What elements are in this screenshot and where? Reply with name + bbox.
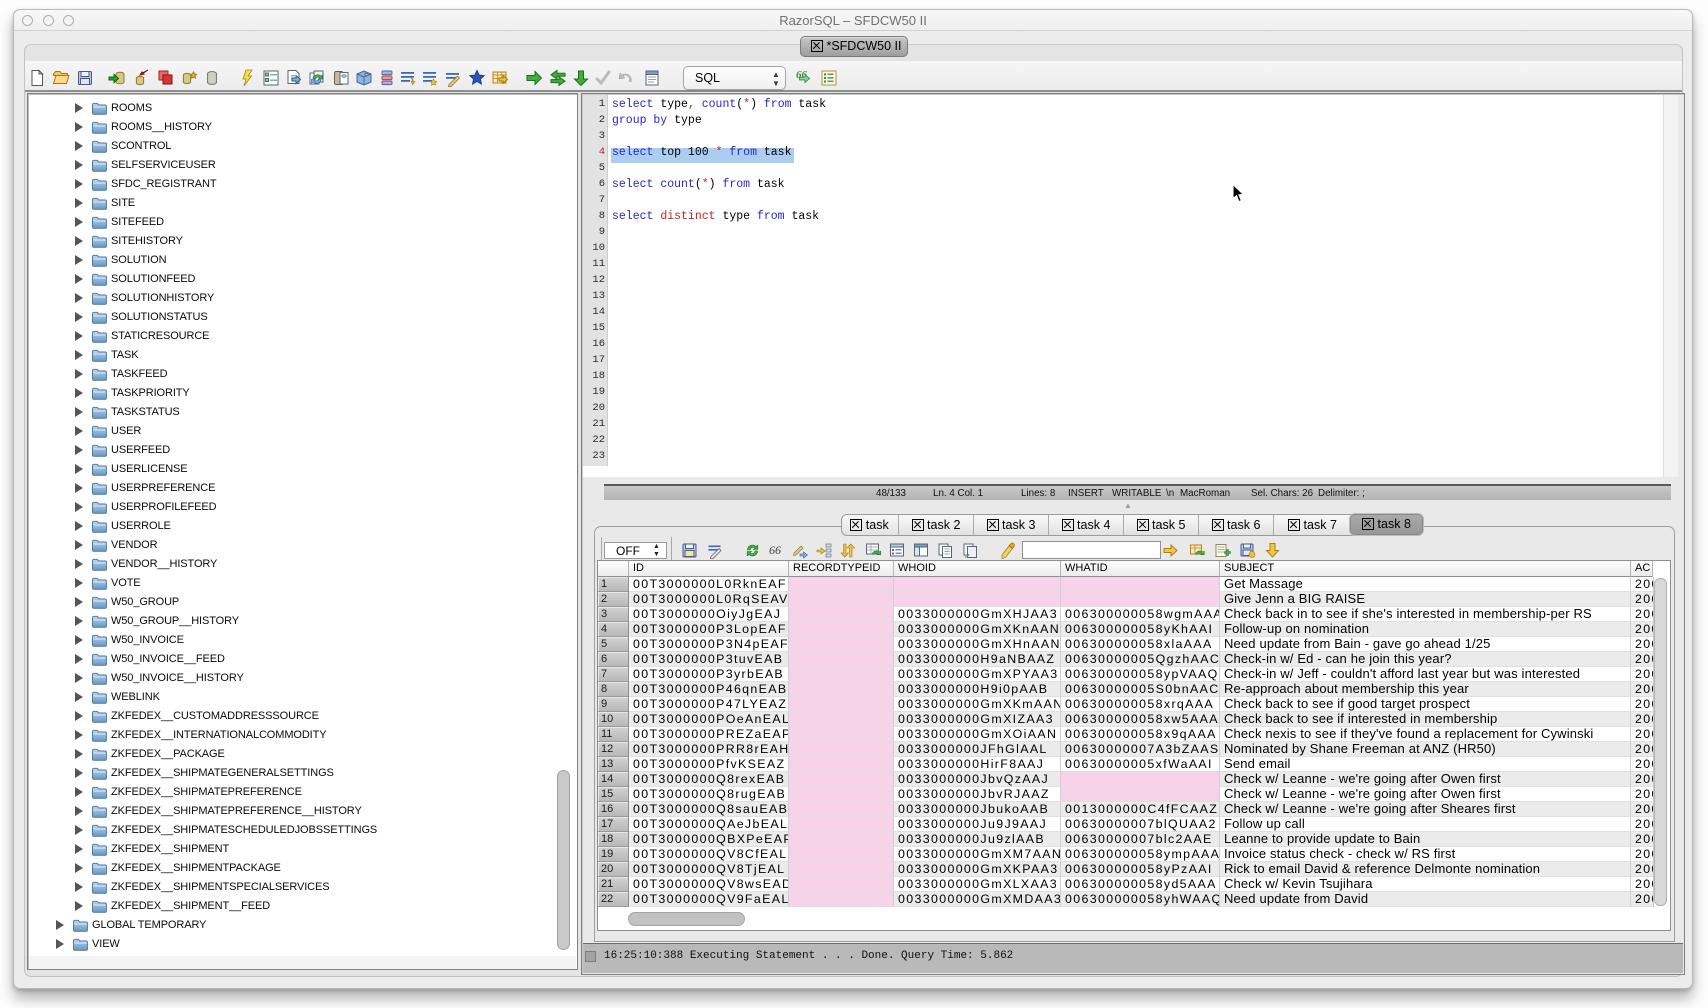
svg-text:66: 66 xyxy=(769,543,781,557)
